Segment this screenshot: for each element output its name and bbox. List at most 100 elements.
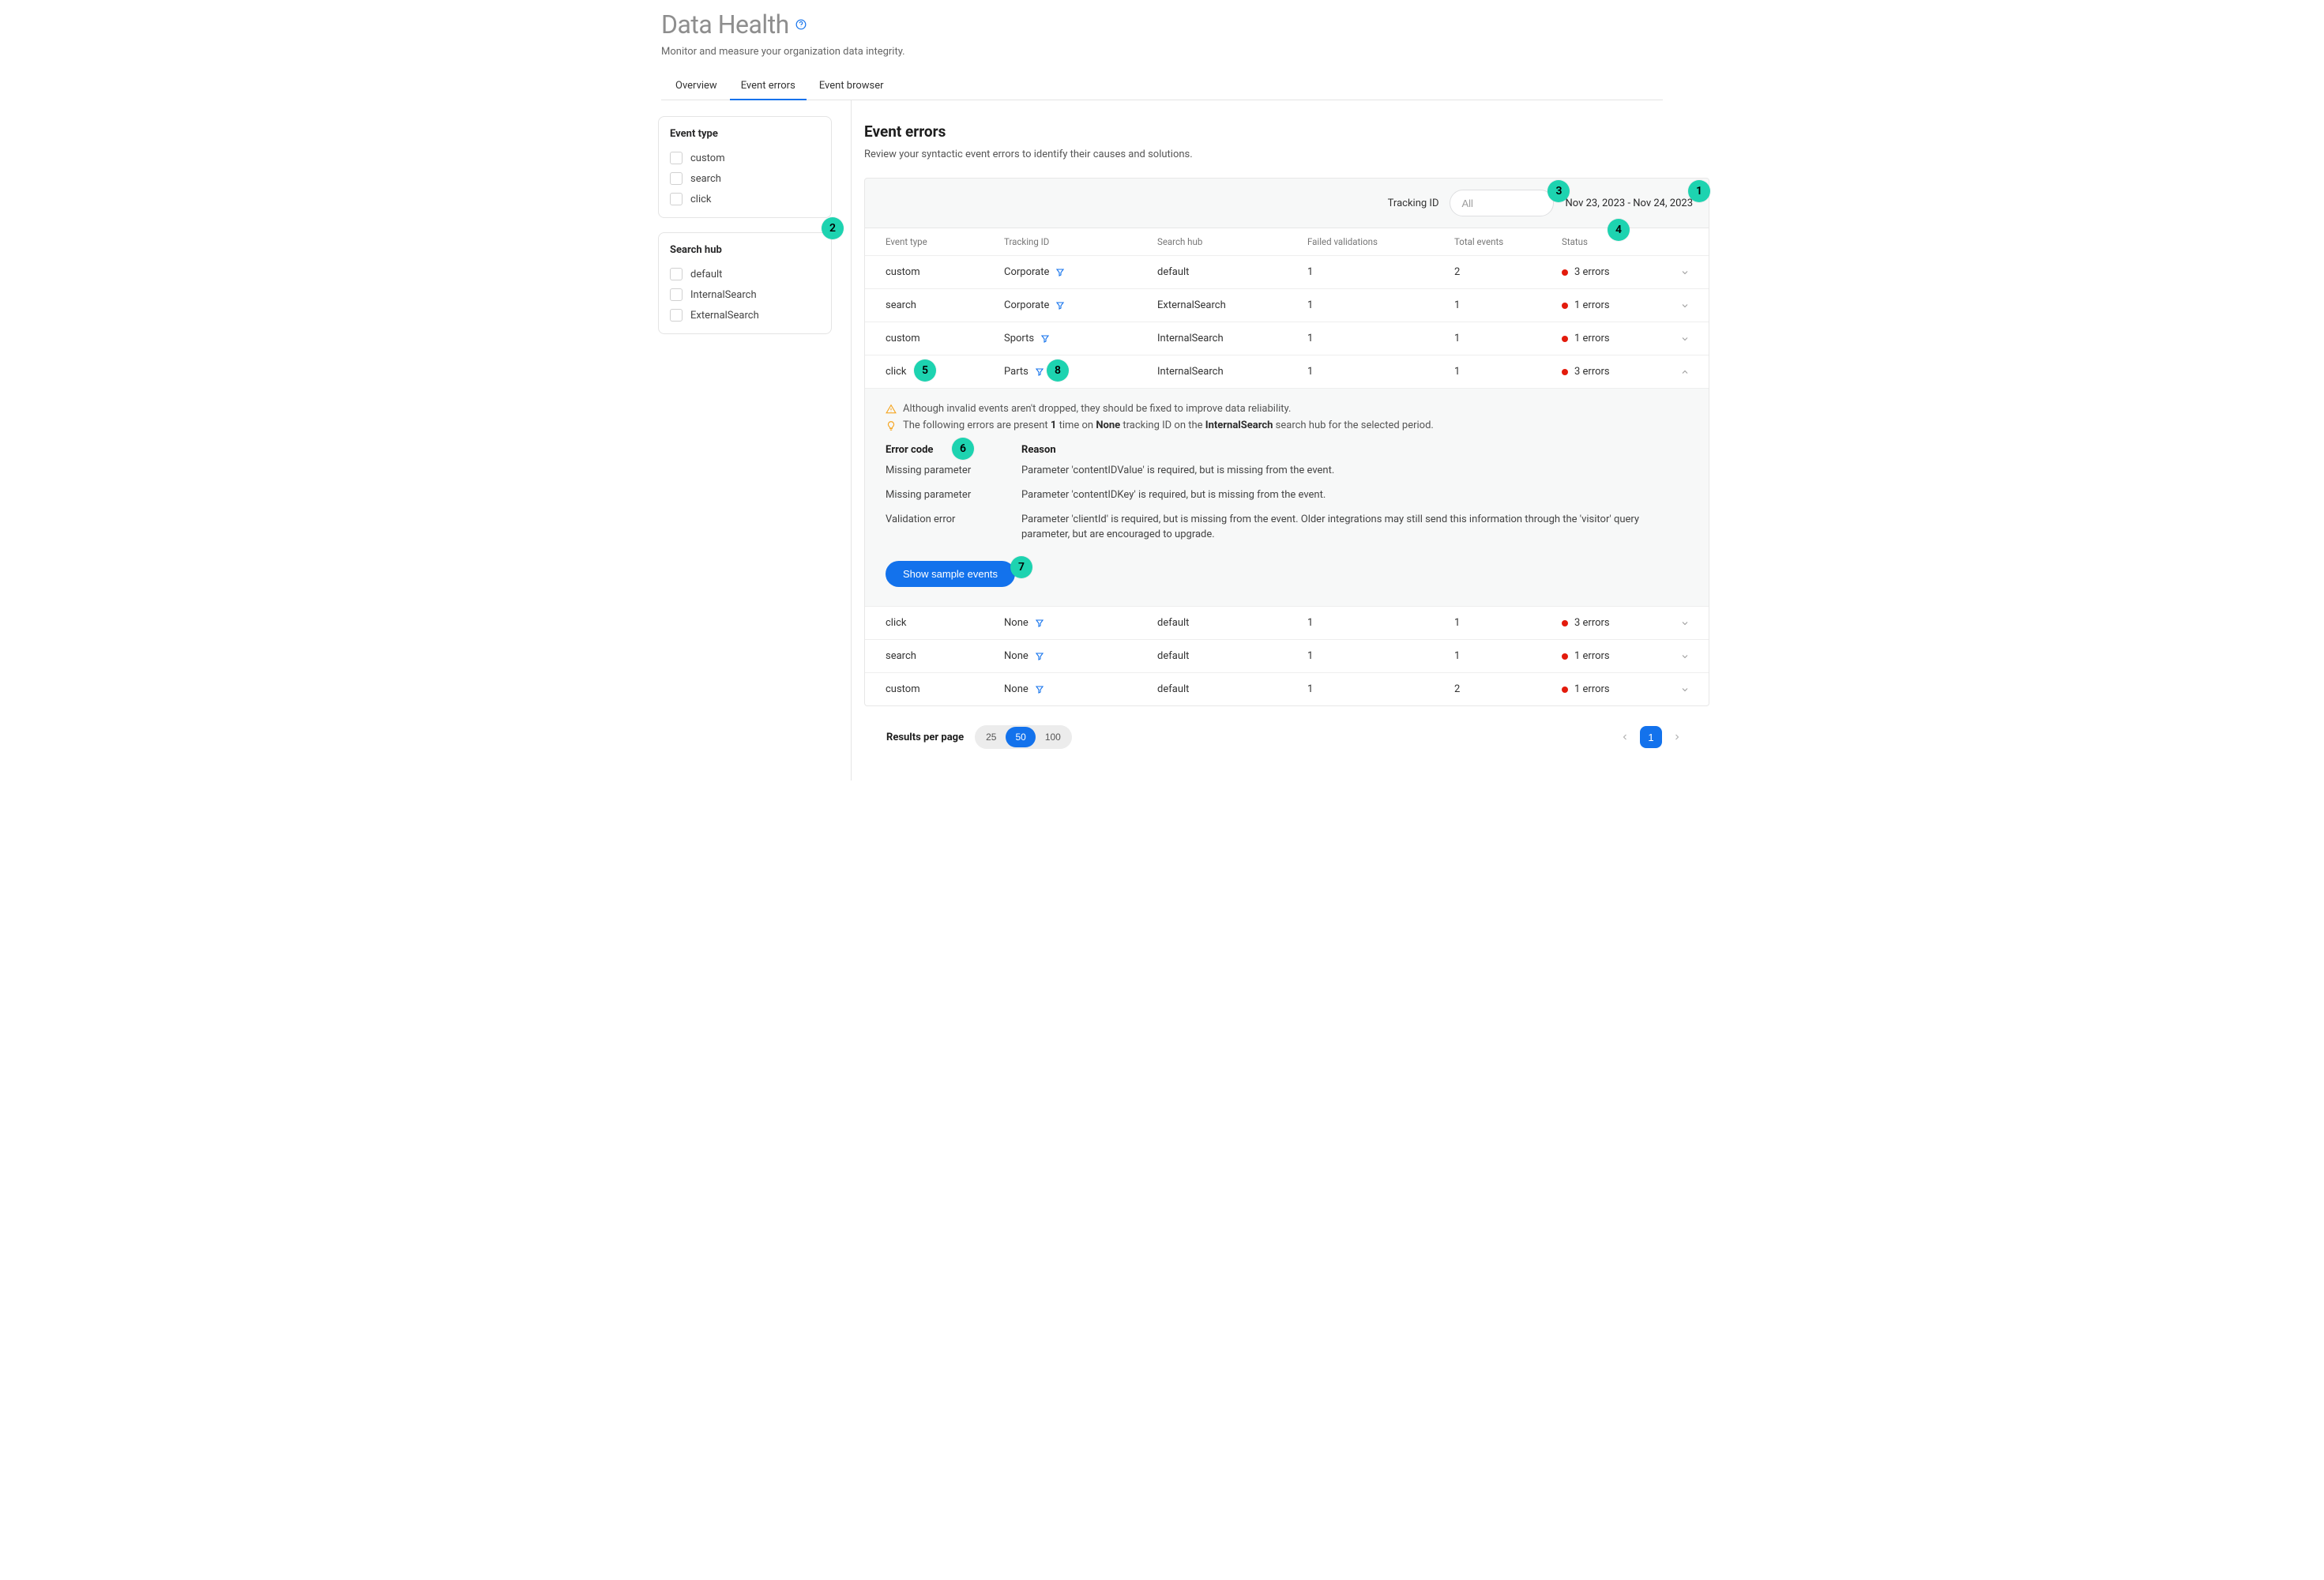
filter-icon[interactable]: [1035, 367, 1044, 377]
detail-warning-text: Although invalid events aren't dropped, …: [903, 403, 1291, 415]
chevron-down-icon[interactable]: [1680, 301, 1693, 310]
col-header-search-hub[interactable]: Search hub: [1157, 236, 1307, 247]
table-row[interactable]: custom None default 1 2 1 errors: [865, 673, 1709, 705]
cell-search-hub: default: [1157, 650, 1307, 662]
facet-option-search[interactable]: search: [670, 168, 820, 189]
cell-event-type: custom: [886, 683, 1004, 695]
detail-header-error-code: Error code 6: [886, 444, 1021, 456]
cell-status: 3 errors: [1574, 266, 1610, 278]
filter-icon[interactable]: [1035, 619, 1044, 628]
facet-option-internalsearch[interactable]: InternalSearch: [670, 284, 820, 305]
cell-tracking-id: Corporate: [1004, 299, 1049, 311]
cell-total: 1: [1454, 366, 1562, 378]
tracking-id-label: Tracking ID: [1388, 198, 1439, 209]
cell-status: 1 errors: [1574, 650, 1610, 662]
page-title: Data Health: [661, 9, 789, 40]
info-icon[interactable]: [795, 19, 807, 30]
cell-tracking-id: Corporate: [1004, 266, 1049, 278]
cell-status: 1 errors: [1574, 683, 1610, 695]
warning-icon: [886, 404, 897, 415]
pager-page-1[interactable]: 1: [1640, 726, 1662, 748]
chevron-down-icon[interactable]: [1680, 334, 1693, 344]
pager-next-button[interactable]: [1667, 727, 1687, 747]
col-header-total-events[interactable]: Total events: [1454, 236, 1562, 247]
rpp-option-25[interactable]: 25: [976, 727, 1006, 747]
cell-event-type: click: [886, 366, 907, 378]
cell-search-hub: ExternalSearch: [1157, 299, 1307, 311]
rpp-option-100[interactable]: 100: [1036, 727, 1070, 747]
detail-reason: Parameter 'contentIDKey' is required, bu…: [1021, 488, 1688, 503]
table-row[interactable]: click None default 1 1 3 errors: [865, 607, 1709, 640]
chevron-down-icon[interactable]: [1680, 619, 1693, 628]
pager-prev-button[interactable]: [1615, 727, 1635, 747]
cell-tracking-id: None: [1004, 683, 1029, 695]
detail-code: Missing parameter: [886, 488, 1021, 503]
cell-tracking-id: Parts: [1004, 366, 1029, 378]
section-subtitle: Review your syntactic event errors to id…: [864, 149, 1709, 160]
chevron-up-icon[interactable]: [1680, 367, 1693, 377]
detail-code: Validation error: [886, 513, 1021, 528]
facet-option-label: default: [690, 269, 722, 280]
col-header-event-type[interactable]: Event type: [886, 236, 1004, 247]
detail-code: Missing parameter: [886, 464, 1021, 479]
cell-event-type: custom: [886, 266, 1004, 278]
results-per-page-segment: 25 50 100: [975, 725, 1072, 749]
cell-event-type: search: [886, 299, 1004, 311]
status-dot-icon: [1562, 369, 1568, 375]
cell-event-type: click: [886, 617, 1004, 629]
filter-icon[interactable]: [1035, 685, 1044, 694]
annotation-bubble: 1: [1688, 180, 1710, 202]
annotation-bubble: 7: [1010, 556, 1032, 578]
annotation-bubble: 6: [952, 438, 974, 460]
tab-event-errors[interactable]: Event errors: [741, 75, 795, 100]
chevron-down-icon[interactable]: [1680, 652, 1693, 661]
col-header-tracking-id[interactable]: Tracking ID: [1004, 236, 1157, 247]
row-detail: Although invalid events aren't dropped, …: [865, 389, 1709, 607]
filter-icon[interactable]: [1035, 652, 1044, 661]
table-row[interactable]: search None default 1 1 1 errors: [865, 640, 1709, 673]
tab-overview[interactable]: Overview: [675, 75, 717, 100]
chevron-down-icon[interactable]: [1680, 268, 1693, 277]
annotation-bubble: 5: [914, 359, 936, 382]
facet-option-label: ExternalSearch: [690, 310, 759, 322]
date-range-picker[interactable]: Nov 23, 2023 - Nov 24, 2023: [1565, 198, 1693, 209]
cell-failed: 1: [1307, 266, 1454, 278]
facet-option-custom[interactable]: custom: [670, 148, 820, 168]
tab-event-browser[interactable]: Event browser: [819, 75, 884, 100]
filter-bar: Tracking ID 3 Nov 23, 2023 - Nov 24, 202…: [864, 178, 1709, 228]
cell-failed: 1: [1307, 366, 1454, 378]
tracking-id-input[interactable]: [1450, 190, 1554, 216]
facet-title: Event type: [670, 128, 820, 140]
annotation-bubble: 8: [1047, 359, 1069, 382]
show-sample-events-button[interactable]: Show sample events: [886, 561, 1015, 587]
main-content: Event errors Review your syntactic event…: [851, 100, 1722, 781]
chevron-down-icon[interactable]: [1680, 685, 1693, 694]
checkbox-icon: [670, 288, 683, 301]
checkbox-icon: [670, 268, 683, 280]
facet-option-default[interactable]: default: [670, 264, 820, 284]
cell-total: 1: [1454, 333, 1562, 344]
pagination-bar: Results per page 25 50 100 1: [864, 706, 1709, 749]
rpp-option-50[interactable]: 50: [1006, 727, 1035, 747]
detail-reason: Parameter 'contentIDValue' is required, …: [1021, 464, 1688, 479]
filter-icon[interactable]: [1055, 301, 1065, 310]
table-row[interactable]: search Corporate ExternalSearch 1 1 1 er…: [865, 289, 1709, 322]
table-row[interactable]: custom Sports InternalSearch 1 1 1 error…: [865, 322, 1709, 356]
filter-icon[interactable]: [1055, 268, 1065, 277]
facet-option-externalsearch[interactable]: ExternalSearch: [670, 305, 820, 325]
filter-icon[interactable]: [1040, 334, 1050, 344]
checkbox-icon: [670, 152, 683, 164]
facet-option-label: search: [690, 173, 721, 185]
detail-header-reason: Reason: [1021, 444, 1688, 456]
cell-failed: 1: [1307, 299, 1454, 311]
col-header-failed-validations[interactable]: Failed validations: [1307, 236, 1454, 247]
facet-option-click[interactable]: click: [670, 189, 820, 209]
detail-reason: Parameter 'clientId' is required, but is…: [1021, 513, 1688, 543]
table-row[interactable]: custom Corporate default 1 2 3 errors: [865, 256, 1709, 289]
page-subtitle: Monitor and measure your organization da…: [661, 46, 1663, 58]
cell-search-hub: InternalSearch: [1157, 333, 1307, 344]
detail-info-text: The following errors are present 1 time …: [903, 419, 1434, 431]
table-row[interactable]: click 5 Parts 8 InternalSearch 1 1 3 err…: [865, 356, 1709, 389]
cell-status: 1 errors: [1574, 299, 1610, 311]
table-header: Event type Tracking ID Search hub Failed…: [865, 228, 1709, 256]
